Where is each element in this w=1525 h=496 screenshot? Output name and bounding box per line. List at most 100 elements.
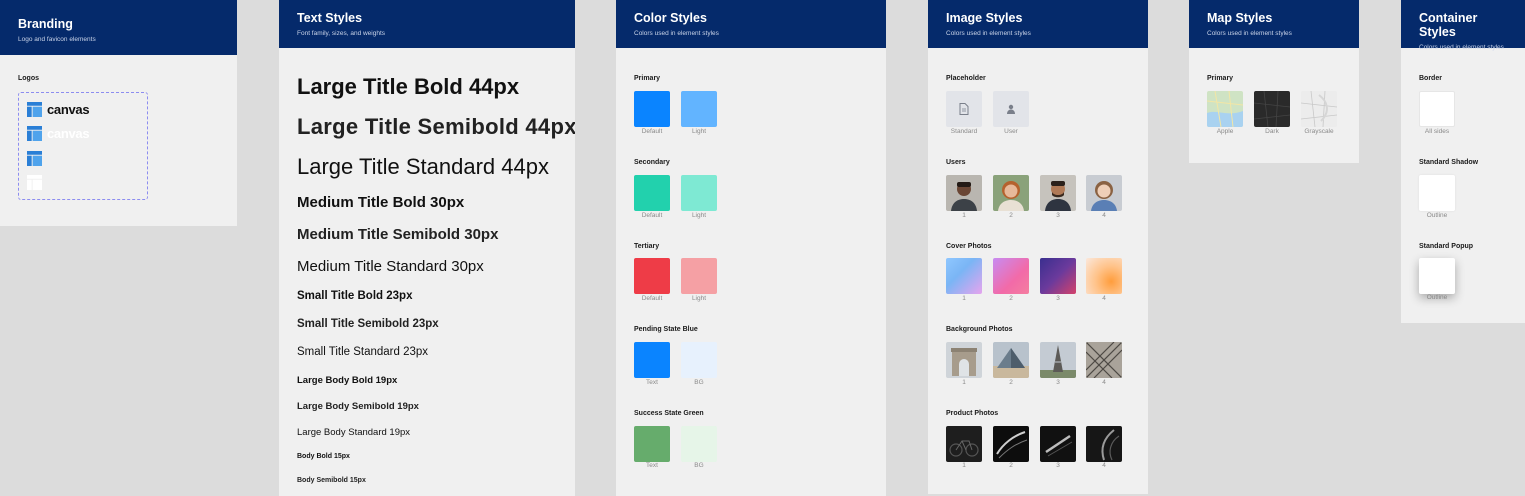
pending-text-swatch[interactable] (634, 342, 670, 378)
sample-large-title-standard: Large Title Standard 44px (297, 154, 549, 179)
placeholder-label: Placeholder (946, 75, 986, 82)
background-photo-1[interactable] (946, 342, 982, 378)
swatch-caption: Default (641, 212, 663, 219)
background-photo-3[interactable] (1040, 342, 1076, 378)
thumb-number: 3 (1056, 462, 1060, 469)
users-label: Users (946, 159, 966, 166)
map-styles-subtitle: Colors used in element styles (1207, 30, 1292, 37)
sample-large-body-bold: Large Body Bold 19px (297, 375, 398, 386)
text-styles-title: Text Styles (297, 11, 363, 25)
map-dark-tile[interactable] (1254, 91, 1290, 127)
logos-group[interactable]: canvas canvas (18, 92, 148, 200)
image-styles-subtitle: Colors used in element styles (946, 30, 1031, 37)
secondary-color-label: Secondary (634, 159, 670, 166)
map-apple-tile[interactable] (1207, 91, 1243, 127)
shadow-container-sample[interactable] (1419, 175, 1455, 211)
pending-bg-swatch[interactable] (681, 342, 717, 378)
secondary-light-swatch[interactable] (681, 175, 717, 211)
swatch-caption: Text (646, 462, 658, 469)
map-primary-label: Primary (1207, 75, 1234, 82)
popup-container-sample[interactable] (1419, 258, 1455, 294)
logo-wordmark: canvas (47, 101, 90, 117)
product-photo-3[interactable] (1040, 426, 1076, 462)
map-styles-title: Map Styles (1207, 11, 1273, 25)
sample-large-body-semibold: Large Body Semibold 19px (297, 401, 419, 412)
swatch-caption: Default (641, 128, 663, 135)
primary-default-swatch[interactable] (634, 91, 670, 127)
container-caption: Outline (1426, 212, 1448, 219)
cover-photo-4[interactable] (1086, 258, 1122, 294)
arch-landmark-icon (951, 348, 977, 376)
color-styles-subtitle: Colors used in element styles (634, 30, 719, 37)
map-styles-header: Map Styles Colors used in element styles (1189, 0, 1359, 48)
success-text-swatch[interactable] (634, 426, 670, 462)
logo-dark[interactable]: canvas (27, 101, 90, 117)
sample-large-title-semibold: Large Title Semibold 44px (297, 114, 575, 139)
user-photo-4[interactable] (1086, 175, 1122, 211)
standard-popup-label: Standard Popup (1419, 243, 1474, 250)
sample-small-title-semibold: Small Title Semibold 23px (297, 318, 439, 330)
standard-placeholder-tile[interactable] (946, 91, 982, 127)
background-photo-2[interactable] (993, 342, 1029, 378)
product-photo-4[interactable] (1086, 426, 1122, 462)
tertiary-color-label: Tertiary (634, 243, 660, 250)
branding-subtitle: Logo and favicon elements (18, 36, 96, 43)
sample-large-body-standard: Large Body Standard 19px (297, 427, 411, 438)
cover-photo-2[interactable] (993, 258, 1029, 294)
thumb-number: 3 (1056, 212, 1060, 219)
tertiary-light-swatch[interactable] (681, 258, 717, 294)
logos-label: Logos (18, 75, 39, 82)
document-icon (959, 103, 969, 115)
user-photo-2[interactable] (993, 175, 1029, 211)
swatch-caption: Text (646, 379, 658, 386)
secondary-default-swatch[interactable] (634, 175, 670, 211)
favicon-color[interactable] (27, 150, 42, 166)
product-photo-2[interactable] (993, 426, 1029, 462)
person-avatar-icon (951, 182, 977, 211)
city-view-icon (1086, 342, 1122, 378)
sample-medium-title-semibold: Medium Title Semibold 30px (297, 226, 499, 243)
container-caption: All sides (1424, 128, 1450, 135)
cover-photo-1[interactable] (946, 258, 982, 294)
map-caption: Apple (1216, 128, 1234, 135)
product-photo-1[interactable] (946, 426, 982, 462)
success-bg-swatch[interactable] (681, 426, 717, 462)
container-styles-title: Container Styles (1419, 11, 1478, 39)
branding-title: Branding (18, 17, 73, 31)
thumb-number: 4 (1102, 212, 1106, 219)
cover-photos-label: Cover Photos (946, 243, 992, 250)
map-apple-icon (1207, 91, 1243, 127)
container-caption: Outline (1426, 294, 1448, 301)
cover-photo-3[interactable] (1040, 258, 1076, 294)
background-photo-4[interactable] (1086, 342, 1122, 378)
border-container-sample[interactable] (1419, 91, 1455, 127)
user-placeholder-tile[interactable] (993, 91, 1029, 127)
text-styles-subtitle: Font family, sizes, and weights (297, 30, 386, 37)
thumb-number: 2 (1009, 462, 1013, 469)
product-shape-icon (996, 431, 1028, 459)
tertiary-default-swatch[interactable] (634, 258, 670, 294)
thumb-number: 4 (1102, 379, 1106, 386)
image-styles-panel: Image Styles Colors used in element styl… (928, 0, 1148, 494)
person-avatar-icon (998, 181, 1024, 211)
thumb-number: 4 (1102, 462, 1106, 469)
user-photo-1[interactable] (946, 175, 982, 211)
map-caption: Grayscale (1304, 128, 1334, 135)
map-dark-icon (1254, 91, 1290, 127)
sample-large-title-bold: Large Title Bold 44px (297, 74, 520, 99)
sample-body-semibold: Body Semibold 15px (297, 477, 366, 484)
color-styles-panel: Color Styles Colors used in element styl… (616, 0, 886, 496)
canvas-logo-icon (27, 101, 42, 117)
logo-wordmark-white: canvas (47, 125, 90, 141)
sample-medium-title-standard: Medium Title Standard 30px (297, 258, 484, 275)
image-styles-header: Image Styles Colors used in element styl… (928, 0, 1148, 48)
map-grayscale-tile[interactable] (1301, 91, 1337, 127)
favicon-white[interactable] (27, 174, 42, 190)
logo-light[interactable]: canvas (27, 125, 90, 141)
container-styles-header: Container Styles Colors used in element … (1401, 0, 1525, 51)
thumb-number: 3 (1056, 379, 1060, 386)
map-styles-panel: Map Styles Colors used in element styles… (1189, 0, 1359, 163)
product-shape-icon (1045, 434, 1073, 457)
primary-light-swatch[interactable] (681, 91, 717, 127)
user-photo-3[interactable] (1040, 175, 1076, 211)
